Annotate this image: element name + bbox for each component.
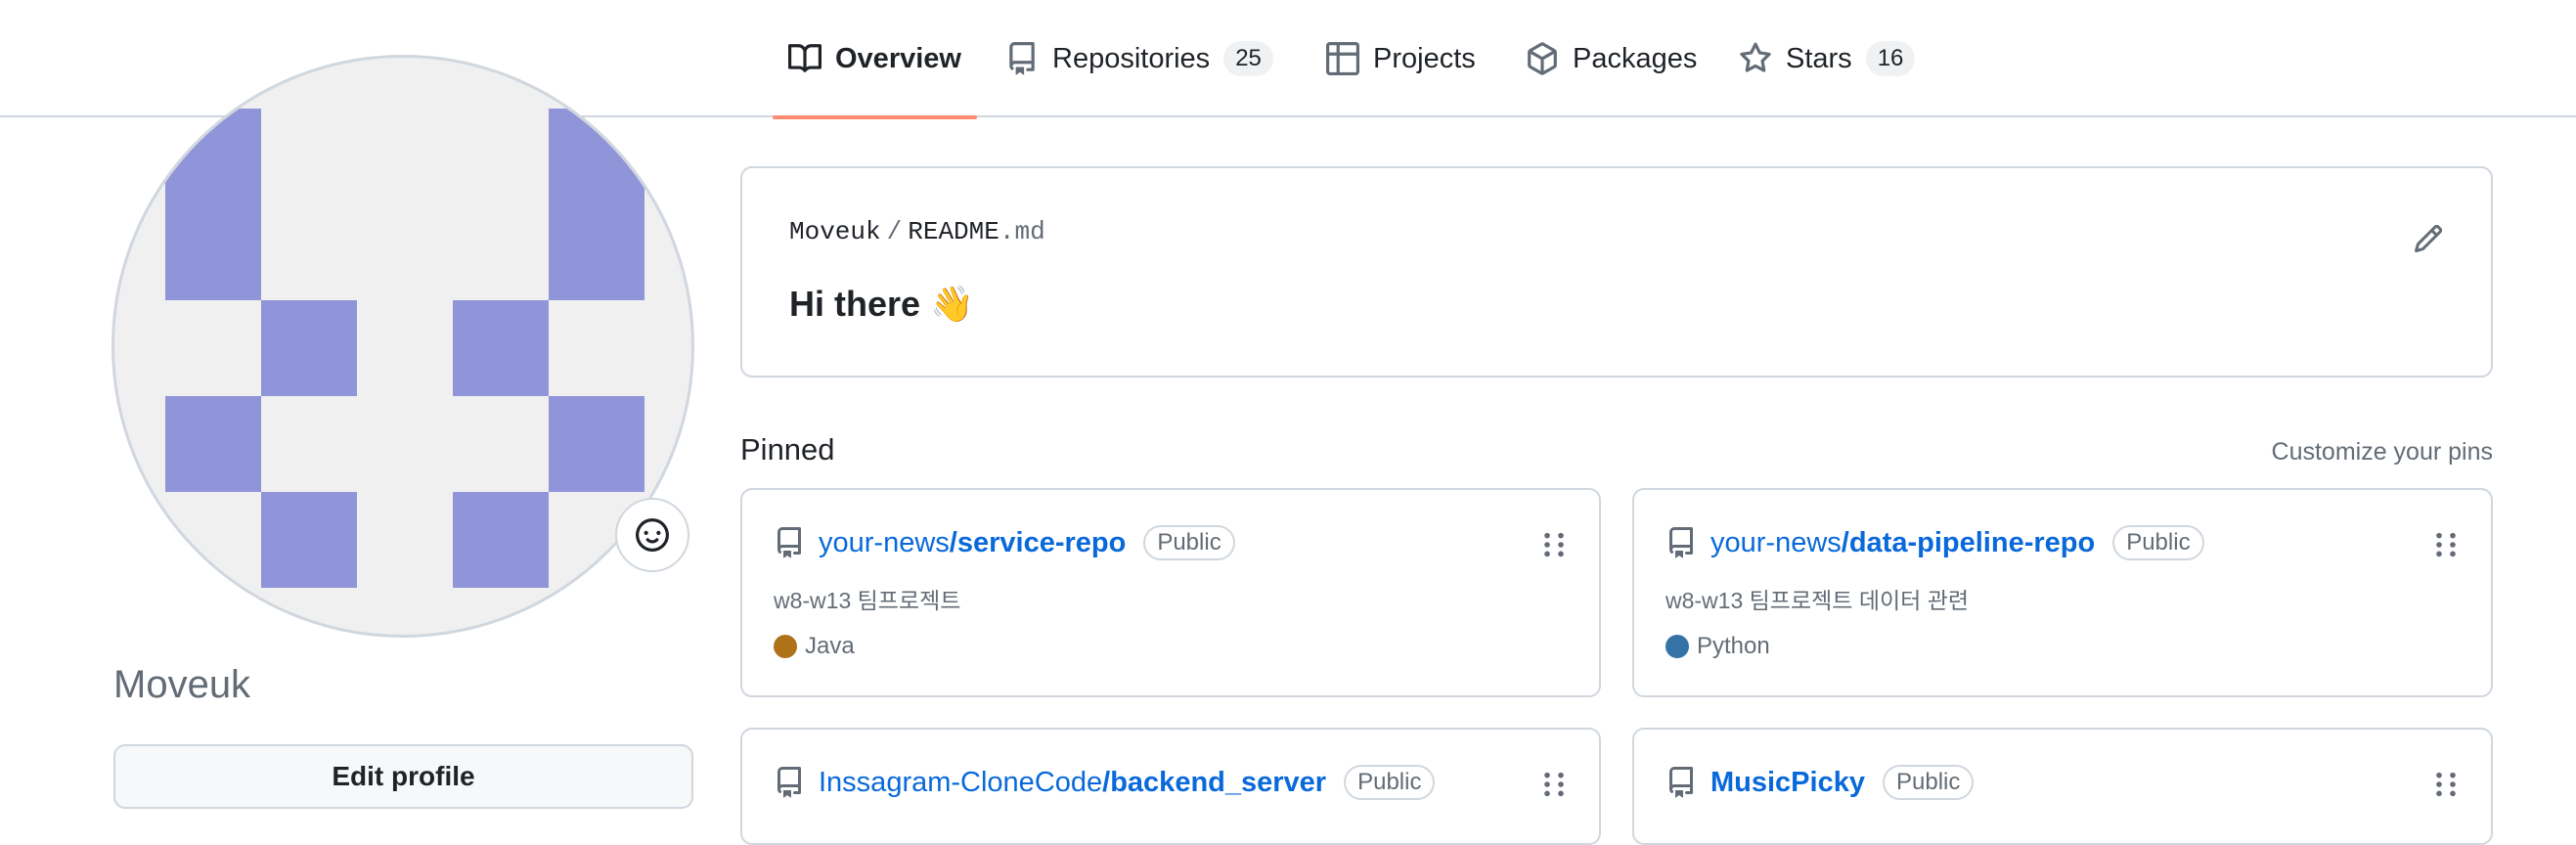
readme-path: Moveuk / README.md <box>789 217 1045 246</box>
stars-count: 16 <box>1865 41 1916 76</box>
language-name: Java <box>805 633 855 659</box>
tab-repositories-label: Repositories <box>1052 42 1211 74</box>
star-icon <box>1740 42 1771 72</box>
set-status-button[interactable] <box>615 498 689 572</box>
repo-description: w8-w13 팀프로젝트 데이터 관련 <box>1666 588 1970 613</box>
visibility-badge: Public <box>2112 525 2204 560</box>
language-name: Python <box>1697 633 1770 659</box>
tab-projects[interactable]: Projects <box>1310 0 1491 117</box>
repo-language: Python <box>1666 633 1770 660</box>
tab-stars-label: Stars <box>1786 42 1852 74</box>
repo-owner: your-news <box>1710 526 1842 558</box>
avatar[interactable] <box>111 55 694 638</box>
repo-icon <box>1669 767 1693 798</box>
repo-language: Java <box>774 633 855 660</box>
visibility-badge: Public <box>1882 765 1975 800</box>
repo-name: /backend_server <box>1102 766 1327 798</box>
tab-packages[interactable]: Packages <box>1510 0 1712 117</box>
drag-handle-icon[interactable] <box>2434 771 2458 798</box>
drag-handle-icon[interactable] <box>2434 531 2458 558</box>
pencil-icon <box>2414 224 2443 253</box>
pinned-repo-card: MusicPicky Public <box>1632 728 2493 845</box>
repo-icon <box>1669 527 1693 558</box>
visibility-badge: Public <box>1344 765 1436 800</box>
tab-overview[interactable]: Overview <box>773 0 977 119</box>
repo-name: /service-repo <box>949 526 1127 558</box>
profile-username: Moveuk <box>113 663 251 706</box>
readme-file-base[interactable]: README <box>908 217 999 246</box>
drag-handle-icon[interactable] <box>1542 771 1566 798</box>
repo-link[interactable]: your-news/service-repo <box>819 527 1126 559</box>
waving-hand-emoji: 👋 <box>930 284 974 324</box>
visibility-badge: Public <box>1143 525 1235 560</box>
pinned-repo-card: your-news/data-pipeline-repo Public w8-w… <box>1632 488 2493 697</box>
tab-packages-label: Packages <box>1573 42 1698 74</box>
language-color-dot <box>774 635 797 658</box>
readme-heading: Hi there 👋 <box>789 284 974 325</box>
repo-description: w8-w13 팀프로젝트 <box>774 588 961 613</box>
table-icon <box>1326 42 1359 75</box>
repo-name: /data-pipeline-repo <box>1841 526 2096 558</box>
language-color-dot <box>1666 635 1689 658</box>
pinned-repo-card: Inssagram-CloneCode/backend_server Publi… <box>740 728 1601 845</box>
tab-repositories[interactable]: Repositories 25 <box>990 0 1289 117</box>
book-icon <box>788 44 822 72</box>
repo-name: MusicPicky <box>1710 766 1865 798</box>
repo-owner: your-news <box>819 526 950 558</box>
repo-link[interactable]: your-news/data-pipeline-repo <box>1710 527 2095 559</box>
pinned-repo-card: your-news/service-repo Public w8-w13 팀프로… <box>740 488 1601 697</box>
repositories-count: 25 <box>1223 41 1273 76</box>
pinned-title: Pinned <box>740 432 835 467</box>
repo-link[interactable]: MusicPicky <box>1710 767 1865 799</box>
edit-profile-button[interactable]: Edit profile <box>113 744 693 809</box>
repo-icon <box>1009 42 1035 75</box>
package-icon <box>1528 42 1557 75</box>
readme-heading-text: Hi there <box>789 284 921 324</box>
edit-readme-button[interactable] <box>2409 219 2448 258</box>
tab-stars[interactable]: Stars 16 <box>1723 0 1931 117</box>
tab-overview-label: Overview <box>835 42 961 74</box>
repo-icon <box>777 767 801 798</box>
tab-projects-label: Projects <box>1373 42 1476 74</box>
customize-pins-link[interactable]: Customize your pins <box>2272 438 2493 467</box>
path-separator: / <box>886 217 903 246</box>
identicon-pattern <box>165 109 644 588</box>
readme-file-ext[interactable]: .md <box>999 217 1045 246</box>
repo-link[interactable]: Inssagram-CloneCode/backend_server <box>819 767 1326 799</box>
repo-owner: Inssagram-CloneCode <box>819 766 1103 798</box>
readme-card: Moveuk / README.md Hi there 👋 <box>740 166 2493 378</box>
smiley-icon <box>636 518 669 552</box>
readme-owner-link[interactable]: Moveuk <box>789 217 881 246</box>
repo-icon <box>777 527 801 558</box>
drag-handle-icon[interactable] <box>1542 531 1566 558</box>
